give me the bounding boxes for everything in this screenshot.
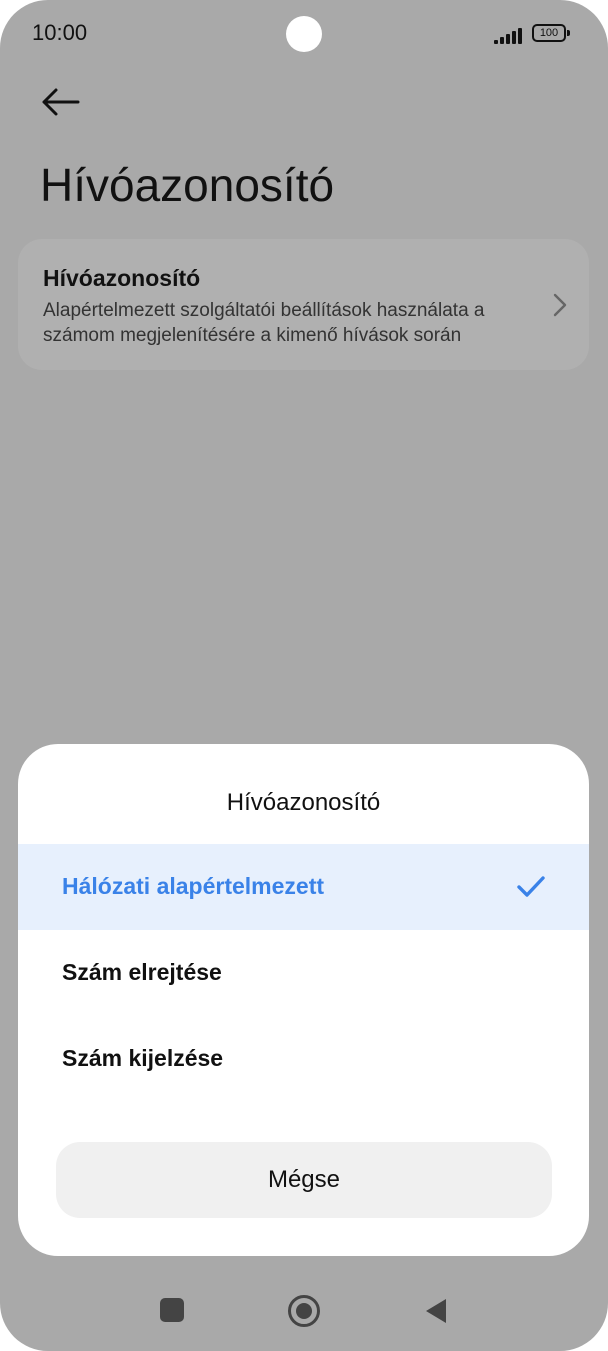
option-label: Szám elrejtése	[62, 959, 222, 985]
status-time: 10:00	[32, 20, 88, 45]
battery-tip	[567, 30, 570, 36]
home-icon[interactable]	[287, 1294, 321, 1328]
phone-screen: 10:00 100 Hívóazonosító Hívóazonosító Al…	[0, 0, 608, 1351]
option-label: Szám kijelzése	[62, 1045, 224, 1071]
setting-title: Hívóazonosító	[43, 265, 201, 291]
option-hide-number[interactable]: Szám elrejtése	[18, 930, 589, 1016]
back-arrow-icon[interactable]	[38, 84, 84, 120]
battery-level: 100	[539, 27, 559, 39]
status-bar: 10:00 100	[0, 0, 608, 70]
battery-icon: 100	[532, 24, 566, 42]
signal-icon	[494, 24, 524, 44]
chevron-right-icon	[553, 293, 567, 317]
camera-cutout	[286, 16, 322, 52]
option-show-number[interactable]: Szám kijelzése	[18, 1016, 589, 1102]
caller-id-setting-card[interactable]: Hívóazonosító Alapértelmezett szolgáltat…	[18, 239, 589, 370]
option-label: Hálózati alapértelmezett	[62, 873, 325, 899]
setting-description: Alapértelmezett szolgáltatói beállítások…	[43, 300, 485, 346]
dialog-title: Hívóazonosító	[226, 789, 381, 816]
check-icon	[517, 876, 545, 897]
caller-id-dialog: Hívóazonosító Hálózati alapértelmezett S…	[18, 744, 589, 1256]
navigation-bar	[0, 1270, 608, 1351]
back-triangle-icon[interactable]	[424, 1297, 448, 1325]
recents-icon[interactable]	[160, 1298, 184, 1322]
cancel-button[interactable]: Mégse	[56, 1142, 552, 1218]
page-title: Hívóazonosító	[40, 159, 335, 211]
option-network-default[interactable]: Hálózati alapértelmezett	[18, 844, 589, 930]
